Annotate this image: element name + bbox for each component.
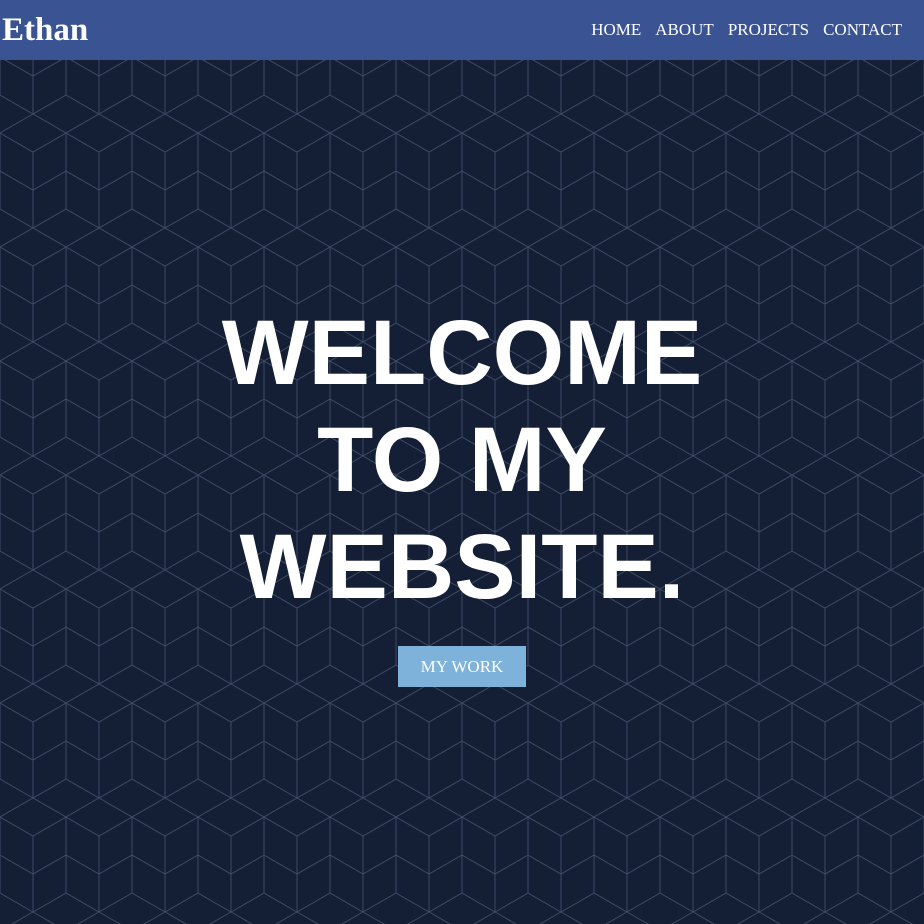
hero-line-2: TO MY	[317, 409, 607, 511]
top-navbar: Ethan HOME ABOUT PROJECTS CONTACT	[0, 0, 924, 60]
main-nav: HOME ABOUT PROJECTS CONTACT	[591, 19, 902, 41]
hero-line-1: WELCOME	[221, 302, 703, 404]
hero-line-3: WEBSITE.	[239, 516, 685, 618]
brand-logo-link[interactable]: Ethan	[2, 10, 88, 50]
my-work-button[interactable]: MY WORK	[398, 646, 526, 687]
nav-link-contact[interactable]: CONTACT	[823, 19, 902, 41]
page: Ethan HOME ABOUT PROJECTS CONTACT WELCOM…	[0, 0, 924, 924]
nav-link-about[interactable]: ABOUT	[655, 19, 714, 41]
hero-heading: WELCOME TO MY WEBSITE.	[0, 300, 924, 621]
cta-container: MY WORK	[0, 646, 924, 687]
nav-link-projects[interactable]: PROJECTS	[728, 19, 809, 41]
nav-link-home[interactable]: HOME	[591, 19, 641, 41]
